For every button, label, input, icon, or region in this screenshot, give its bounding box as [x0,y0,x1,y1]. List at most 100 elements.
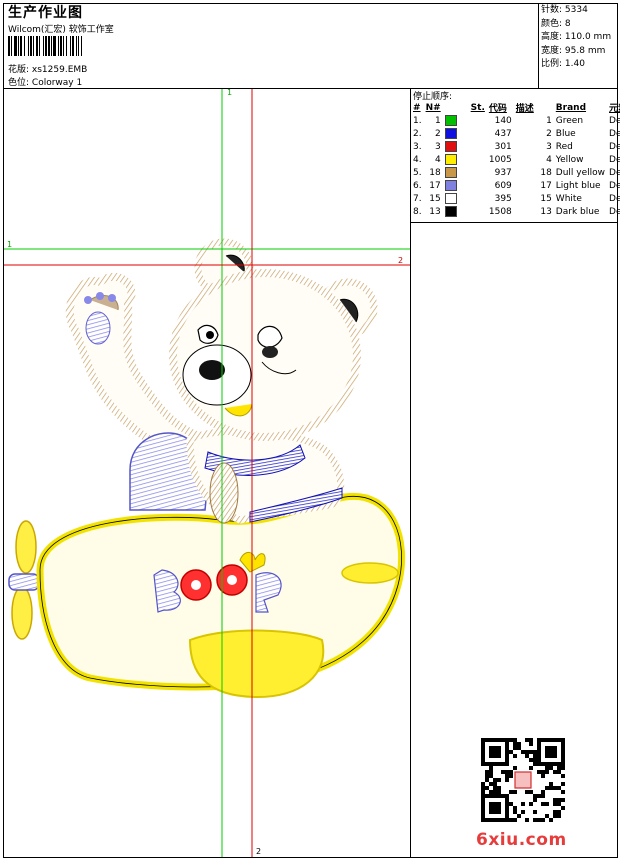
row-needle: 1 [434,115,441,126]
row-needle: 4 [434,154,441,165]
row-brand: Default [609,193,620,204]
row-stitches: 140 [494,115,512,126]
table-row: 3.33013RedDefault [411,140,620,153]
colorway-label: 色位: [8,78,30,88]
row-stitches: 301 [494,141,512,152]
row-index: 5. [413,167,422,178]
row-swatch [443,166,487,179]
colorway-row: 色位: Colorway 1 [8,75,82,88]
row-index: 2. [413,128,422,139]
design-specs: 针数: 5334 颜色: 8 高度: 110.0 mm 宽度: 95.8 mm … [541,4,611,72]
row-description: Dark blue [555,206,600,217]
design-file-row: 花版: xs1259.EMB [8,62,87,75]
table-row: 6.1760917Light blueDefault [411,179,620,192]
design-file-label: 花版: [8,65,30,75]
row-needle: 2 [434,128,441,139]
stitch-count-row: 针数: 5334 [541,4,611,18]
row-code: 17 [540,180,552,191]
table-row: 1.11401GreenDefault [411,114,620,127]
row-description: Light blue [555,180,601,191]
scale-value: 1.40 [564,59,585,70]
stop-sequence-table: # N# St. 代码 描述 Brand 元素 1.11401GreenDefa… [411,101,620,218]
row-description: Red [555,141,573,152]
col-description: 描述 [515,104,534,114]
table-header-row: # N# St. 代码 描述 Brand 元素 [411,101,620,115]
row-brand: Default [609,115,620,126]
table-row: 7.1539515WhiteDefault [411,192,620,205]
row-swatch [443,153,487,166]
row-needle: 15 [429,193,441,204]
row-code: 3 [546,141,552,152]
row-code: 15 [540,193,552,204]
row-index: 7. [413,193,422,204]
table-row: 4.410054YellowDefault [411,153,620,166]
row-code: 1 [546,115,552,126]
color-swatch [444,115,457,126]
bear-body [186,427,345,524]
row-swatch [443,140,487,153]
studio-subtitle: Wilcom(汇宏) 软饰工作室 [8,25,114,35]
row-needle: 17 [429,180,441,191]
color-count-value: 8 [564,18,571,29]
row-description: Dull yellow [555,167,606,178]
col-stitches: St. [470,102,485,113]
barcode [8,36,82,56]
height-row: 高度: 110.0 mm [541,31,611,45]
row-brand: Default [609,141,620,152]
row-index: 8. [413,206,422,217]
row-brand: Default [609,206,620,217]
table-row: 5.1893718Dull yellowDefault [411,166,620,179]
color-swatch [444,180,457,191]
row-index: 1. [413,115,422,126]
row-brand: Default [609,154,620,165]
width-row: 宽度: 95.8 mm [541,45,611,59]
row-description: White [555,193,582,204]
row-brand: Default [609,167,620,178]
watermark-text: 6xiu.com [476,830,567,850]
col-needle: N# [425,102,441,113]
height-value: 110.0 mm [564,32,612,43]
qr-code [481,738,565,822]
col-element: 元素 [609,104,620,114]
row-description: Green [555,115,584,126]
table-row: 2.24372BlueDefault [411,127,620,140]
row-swatch [443,192,487,205]
table-row: 8.13150813Dark blueDefault [411,205,620,218]
color-swatch [444,167,457,178]
color-count-label: 颜色: [541,18,563,29]
embroidery-artwork [4,89,410,857]
row-stitches: 609 [494,180,512,191]
scale-label: 比例: [541,59,563,70]
stitch-count-label: 针数: [541,5,563,15]
page-title: 生产作业图 [8,5,83,21]
color-swatch [444,206,457,217]
row-brand: Default [609,180,620,191]
row-code: 2 [546,128,552,139]
airplane [36,492,406,699]
row-stitches: 1005 [488,154,512,165]
col-code: 代码 [488,104,507,114]
row-needle: 3 [434,141,441,152]
bear-head [169,238,378,441]
row-description: Blue [555,128,576,139]
row-index: 6. [413,180,422,191]
design-file-value: xs1259.EMB [31,65,88,75]
row-index: 4. [413,154,422,165]
color-swatch [444,154,457,165]
row-index: 3. [413,141,422,152]
color-swatch [444,128,457,139]
width-value: 95.8 mm [564,45,606,56]
row-stitches: 395 [494,193,512,204]
stitch-count-value: 5334 [564,5,588,15]
row-swatch [443,127,487,140]
color-swatch [444,193,457,204]
row-stitches: 437 [494,128,512,139]
scale-row: 比例: 1.40 [541,58,611,72]
height-label: 高度: [541,32,563,43]
row-stitches: 937 [494,167,512,178]
row-code: 18 [540,167,552,178]
colorway-value: Colorway 1 [31,78,83,88]
width-label: 宽度: [541,45,563,56]
propeller [8,520,40,640]
row-swatch [443,205,487,218]
